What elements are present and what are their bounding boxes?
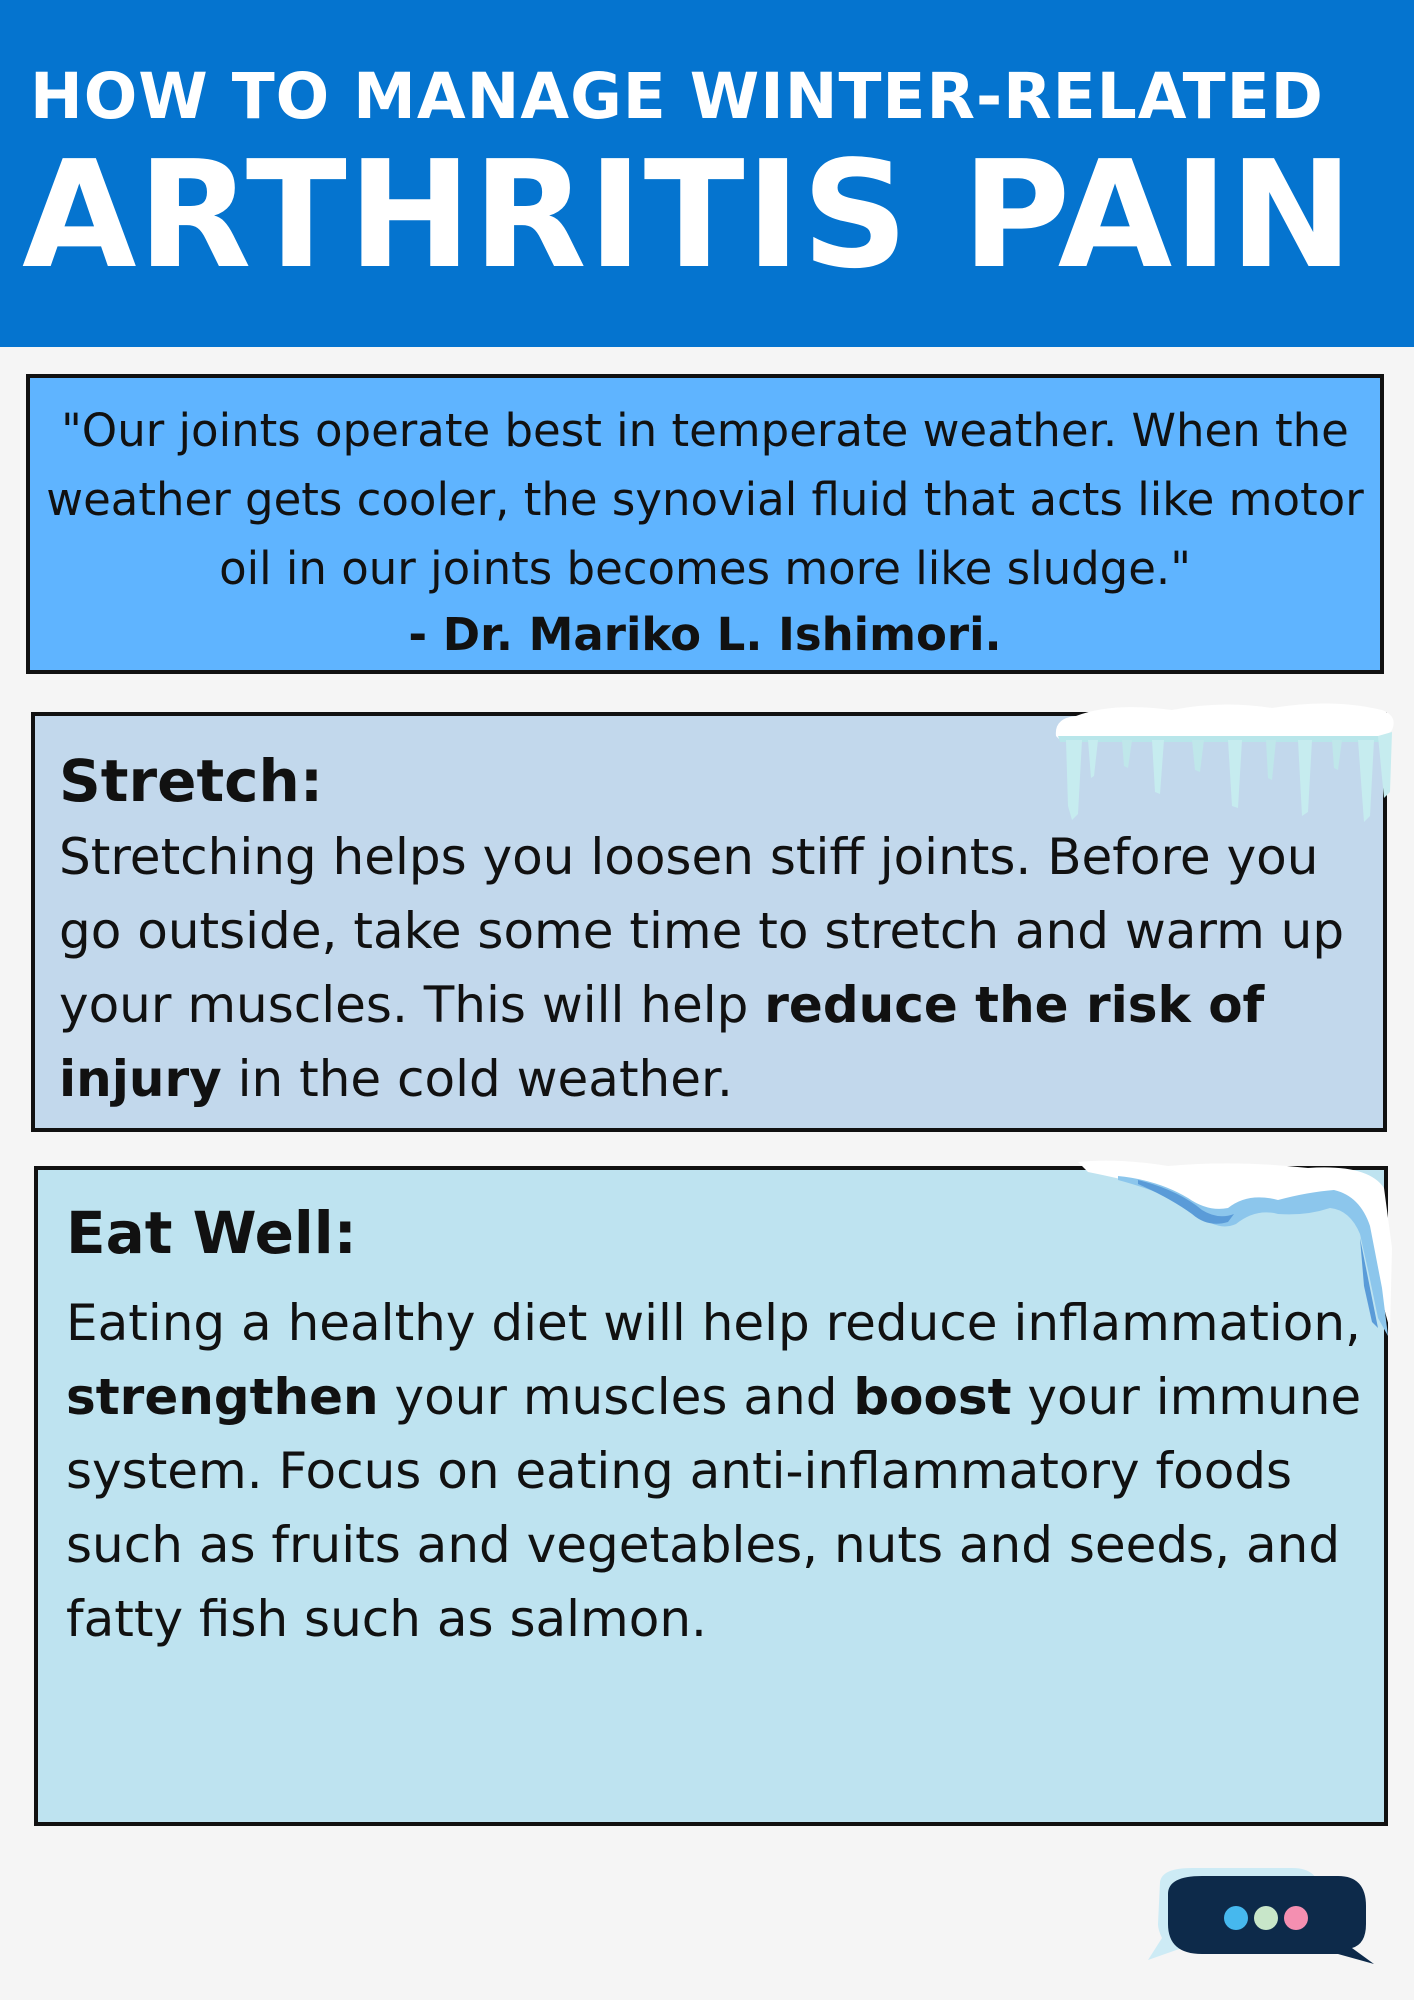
chat-bubble-logo-icon	[1148, 1868, 1374, 1964]
eat-well-emphasis-strengthen: strengthen	[66, 1368, 379, 1426]
eat-well-card: Eat Well: Eating a healthy diet will hel…	[34, 1166, 1388, 1826]
stretch-title: Stretch:	[59, 747, 324, 815]
quote-text: "Our joints operate best in temperate we…	[46, 404, 1364, 595]
quote-box: "Our joints operate best in temperate we…	[26, 374, 1384, 674]
stretch-card: Stretch: Stretching helps you loosen sti…	[31, 712, 1387, 1132]
eat-well-body: Eating a healthy diet will help reduce i…	[66, 1286, 1362, 1656]
eat-well-emphasis-boost: boost	[853, 1368, 1012, 1426]
eat-well-body-text: Eating a healthy diet will help reduce i…	[66, 1294, 1361, 1352]
stretch-body-text-end: in the cold weather.	[221, 1050, 733, 1108]
quote-author: - Dr. Mariko L. Ishimori.	[408, 608, 1002, 661]
page-subtitle: HOW TO MANAGE WINTER-RELATED	[30, 60, 1324, 133]
page-title: ARTHRITIS PAIN	[22, 129, 1355, 301]
eat-well-title: Eat Well:	[66, 1199, 357, 1267]
stretch-body: Stretching helps you loosen stiff joints…	[59, 820, 1361, 1116]
header-banner: HOW TO MANAGE WINTER-RELATED ARTHRITIS P…	[0, 0, 1414, 347]
eat-well-body-text-2: your muscles and	[378, 1368, 854, 1426]
